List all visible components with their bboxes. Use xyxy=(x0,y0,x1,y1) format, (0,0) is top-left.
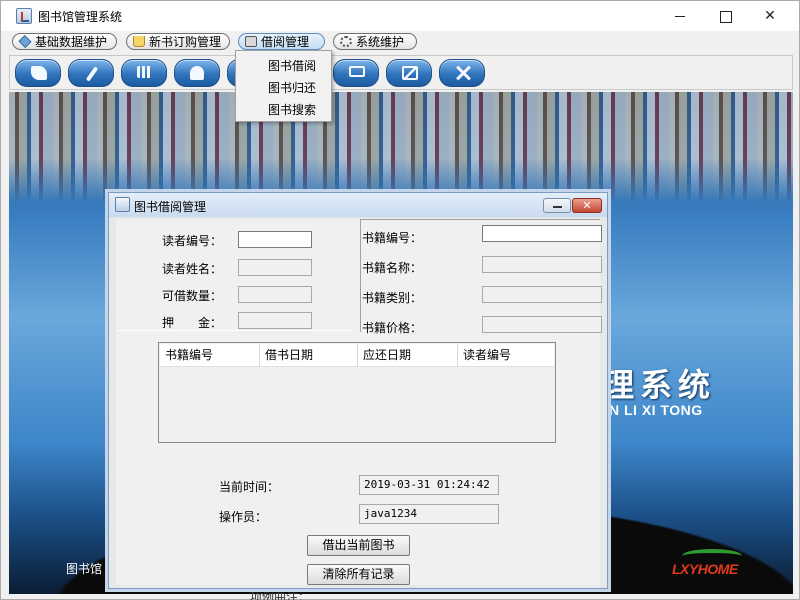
borrow-quota-field xyxy=(238,286,312,303)
column-header-reader-id[interactable]: 读者编号 xyxy=(458,344,554,367)
logo-text: LXYHOME xyxy=(672,561,738,577)
toolbar-monitor-button[interactable] xyxy=(333,59,379,87)
bottom-caption: 项例曲注： xyxy=(250,590,311,600)
menu-label: 新书订购管理 xyxy=(149,35,222,49)
book-id-label: 书籍编号： xyxy=(362,231,423,245)
menu-label: 借阅管理 xyxy=(261,35,310,49)
toolbar-chart-button[interactable] xyxy=(386,59,432,87)
user-icon xyxy=(190,66,204,80)
dialog-body: 读者编号： 读者姓名： 可借数量： 押 金： 书籍编号： 书籍名称： 书籍类别：… xyxy=(116,219,602,585)
book-borrow-dialog: 图书借阅管理 ✕ 读者编号： 读者姓名： 可借数量： 押 金： 书籍编号： 书籍… xyxy=(108,192,608,589)
menu-borrow-management[interactable]: 借阅管理 xyxy=(238,33,325,50)
borrow-dropdown-menu: 图书借阅 图书归还 图书搜索 xyxy=(235,50,332,122)
lock-icon xyxy=(245,36,257,47)
reader-id-label: 读者编号： xyxy=(162,234,223,248)
book-icon xyxy=(31,66,47,80)
toolbar xyxy=(9,55,793,90)
toolbar-book-button[interactable] xyxy=(15,59,61,87)
monitor-icon xyxy=(349,66,365,77)
menu-new-book-order[interactable]: 新书订购管理 xyxy=(126,33,230,50)
column-header-book-id[interactable]: 书籍编号 xyxy=(160,344,260,367)
deposit-field xyxy=(238,312,312,329)
book-category-field xyxy=(482,286,602,303)
book-name-field xyxy=(482,256,602,273)
menu-item-book-return[interactable]: 图书归还 xyxy=(268,79,316,96)
tools-icon xyxy=(455,66,471,80)
dialog-title: 图书借阅管理 xyxy=(134,200,207,214)
book-name-label: 书籍名称： xyxy=(362,261,423,275)
gear-icon xyxy=(340,36,352,47)
window-title: 图书馆管理系统 xyxy=(38,10,123,24)
clear-records-button[interactable]: 清除所有记录 xyxy=(307,564,410,585)
reader-id-input[interactable] xyxy=(238,231,312,248)
menu-system-maintenance[interactable]: 系统维护 xyxy=(333,33,417,50)
dialog-title-bar[interactable]: 图书借阅管理 ✕ xyxy=(109,193,607,217)
menu-item-book-search[interactable]: 图书搜索 xyxy=(268,101,316,118)
menu-bar: 基础数据维护 新书订购管理 借阅管理 系统维护 xyxy=(1,31,799,53)
cube-icon xyxy=(18,34,32,49)
menu-label: 系统维护 xyxy=(356,35,405,49)
cart-icon xyxy=(133,36,145,47)
column-header-borrow-date[interactable]: 借书日期 xyxy=(260,344,358,367)
operator-field: java1234 xyxy=(359,504,499,524)
close-button[interactable]: ✕ xyxy=(747,1,793,31)
splash-subtitle: N LI XI TONG xyxy=(609,402,703,418)
reader-name-field xyxy=(238,259,312,276)
menu-label: 基础数据维护 xyxy=(35,35,108,49)
dialog-minimize-button[interactable] xyxy=(543,198,571,213)
lxyhome-logo: LXYHOME xyxy=(672,549,782,589)
borrow-book-button[interactable]: 借出当前图书 xyxy=(307,535,410,556)
borrow-quota-label: 可借数量： xyxy=(162,289,223,303)
current-time-field: 2019-03-31 01:24:42 xyxy=(359,475,499,495)
column-header-due-date[interactable]: 应还日期 xyxy=(358,344,458,367)
deposit-label: 押 金： xyxy=(162,316,223,330)
bookshelf-image xyxy=(9,92,793,202)
book-id-input[interactable] xyxy=(482,225,602,242)
borrow-records-table[interactable]: 书籍编号 借书日期 应还日期 读者编号 xyxy=(158,342,556,443)
reader-panel-divider xyxy=(116,330,354,331)
splash-footer: 图书馆 xyxy=(66,562,103,576)
java-app-icon xyxy=(115,197,130,212)
minimize-button[interactable] xyxy=(657,1,703,31)
maximize-button[interactable] xyxy=(702,1,748,31)
toolbar-shelf-button[interactable] xyxy=(121,59,167,87)
dialog-close-button[interactable]: ✕ xyxy=(572,198,602,213)
book-price-field xyxy=(482,316,602,333)
chart-icon xyxy=(402,66,418,80)
book-panel-divider xyxy=(360,219,361,332)
toolbar-tools-button[interactable] xyxy=(439,59,485,87)
book-category-label: 书籍类别： xyxy=(362,291,423,305)
menu-item-book-borrow[interactable]: 图书借阅 xyxy=(268,57,316,74)
reader-name-label: 读者姓名： xyxy=(162,262,223,276)
menu-basic-data[interactable]: 基础数据维护 xyxy=(12,33,117,50)
operator-label: 操作员： xyxy=(219,510,268,524)
book-price-label: 书籍价格： xyxy=(362,321,423,335)
java-app-icon xyxy=(16,8,32,24)
shelf-icon xyxy=(137,66,151,78)
pen-icon xyxy=(85,66,99,82)
toolbar-user-button[interactable] xyxy=(174,59,220,87)
toolbar-pen-button[interactable] xyxy=(68,59,114,87)
current-time-label: 当前时间： xyxy=(219,480,280,494)
title-bar[interactable]: 图书馆管理系统 ✕ xyxy=(1,1,799,31)
table-header: 书籍编号 借书日期 应还日期 读者编号 xyxy=(160,344,554,367)
splash-title: 理系统 xyxy=(602,366,717,404)
book-panel-top-border xyxy=(360,219,600,220)
